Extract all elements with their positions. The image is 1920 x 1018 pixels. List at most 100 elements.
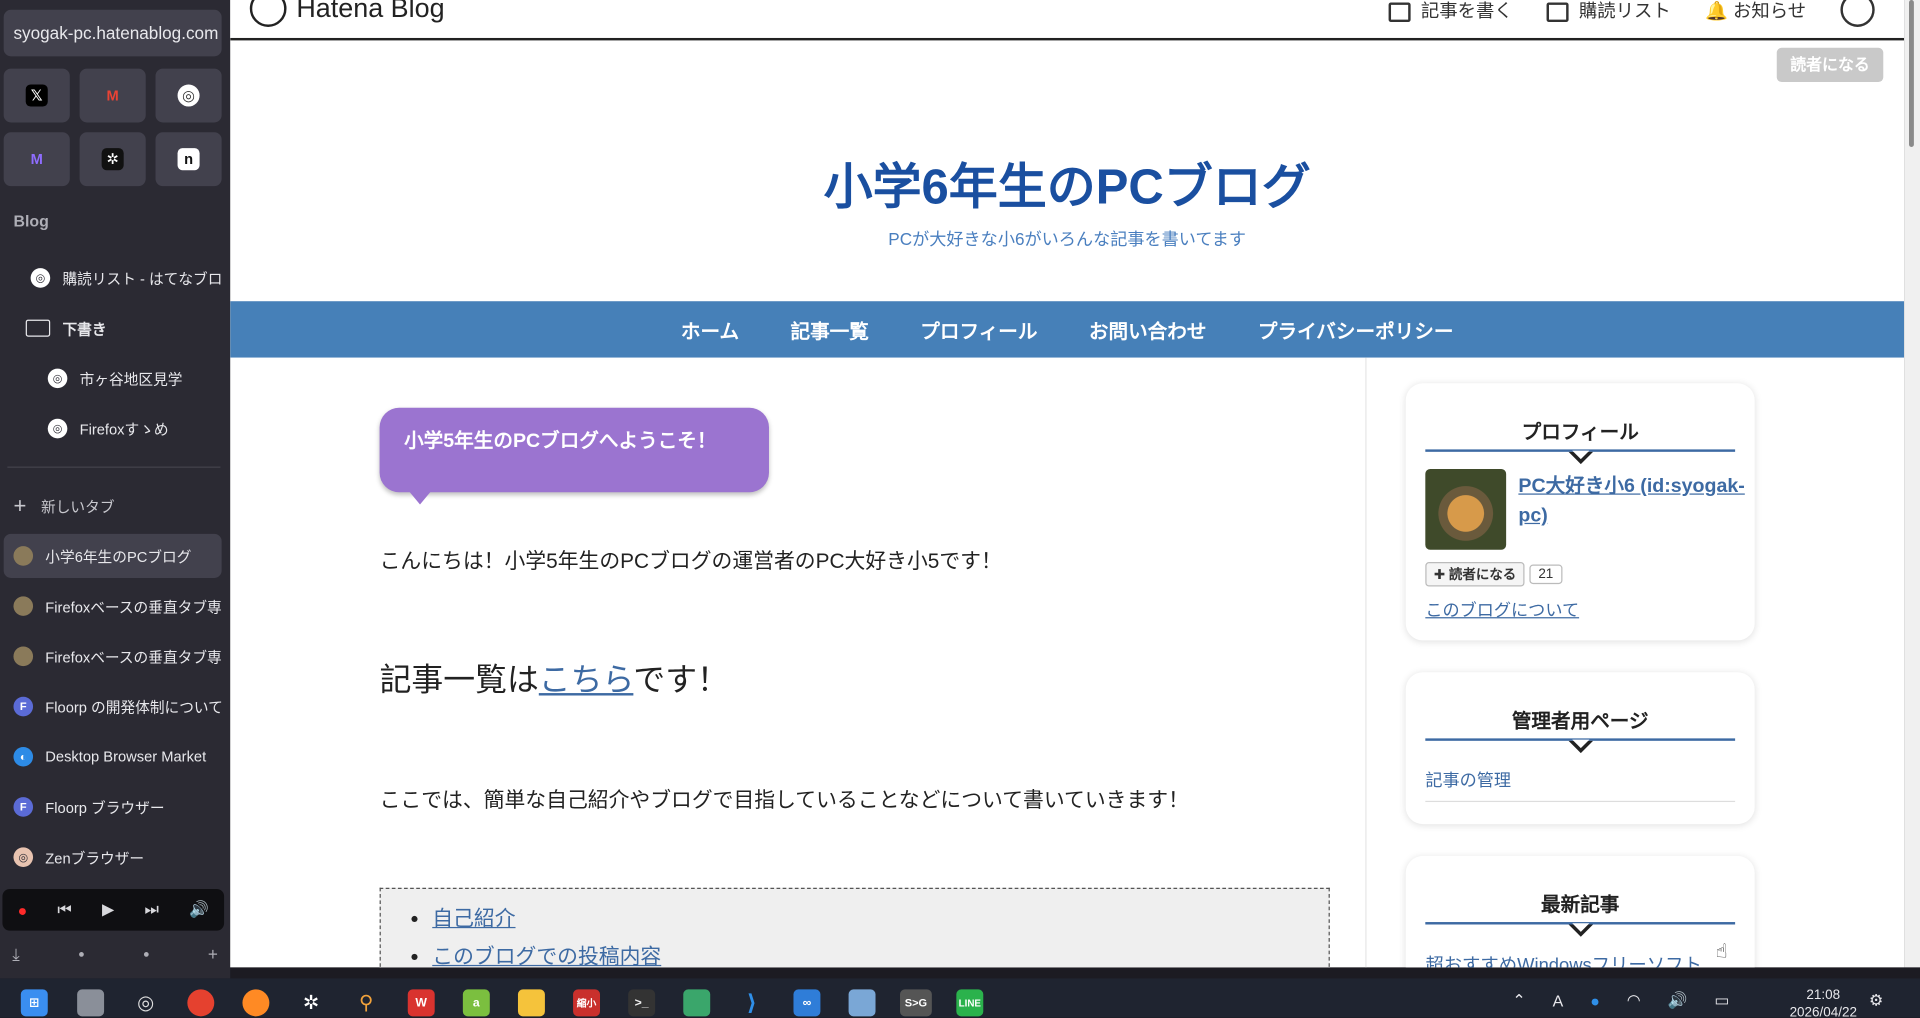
wps-icon[interactable]: W xyxy=(407,989,435,1017)
windows-taskbar: ⊞ ◎ ✲ ⚲ W a 縮小 >_ ⟩ ∞ S>G LINE ⌃ A ● ◠ 🔊… xyxy=(0,978,1920,1018)
tab-active-blog[interactable]: 小学6年生のPCブログ xyxy=(3,533,222,578)
volume-icon[interactable]: 🔊 xyxy=(189,900,209,920)
write-article-link[interactable]: 記事を書く xyxy=(1389,0,1513,23)
pinned-notion[interactable]: n xyxy=(155,132,222,187)
hatena-logo[interactable]: Hatena Blog xyxy=(249,0,445,27)
workspace-label: Blog xyxy=(13,211,49,231)
subscriptions-label: 購読リスト xyxy=(1578,0,1671,22)
clock[interactable]: 21:08 2026/04/22 xyxy=(1780,987,1866,1017)
folder-drafts[interactable]: 下書き xyxy=(4,306,222,350)
pinned-proton-mail[interactable]: M xyxy=(3,132,70,187)
app-icon[interactable]: ∞ xyxy=(793,989,821,1017)
main-column: 小学5年生のPCブログへようこそ！ こんにちは！小学5年生のPCブログの運営者の… xyxy=(230,357,1367,968)
manage-articles-link[interactable]: 記事の管理 xyxy=(1425,768,1511,792)
wifi-icon[interactable]: ◠ xyxy=(1627,991,1641,1011)
app-icon[interactable] xyxy=(683,989,711,1017)
previous-track-icon[interactable]: ⏮ xyxy=(57,900,71,920)
admin-title: 管理者用ページ xyxy=(1511,711,1649,733)
next-track-icon[interactable]: ⏭ xyxy=(145,900,159,920)
firefox-icon[interactable] xyxy=(242,989,270,1017)
tab-item[interactable]: ◐ Desktop Browser Market xyxy=(4,735,222,779)
subscribe-button[interactable]: 読者になる xyxy=(1776,47,1884,83)
mail-icon xyxy=(1547,1,1570,22)
folder-icon[interactable] xyxy=(517,989,545,1017)
vscode-icon[interactable]: ⟩ xyxy=(738,989,765,1016)
blog-title[interactable]: 小学6年生のPCブログ xyxy=(230,147,1904,218)
edge-icon[interactable]: ● xyxy=(1590,991,1600,1009)
tab-label: Firefoxベースの垂直タブ専用 xyxy=(45,598,222,616)
line-icon[interactable]: LINE xyxy=(956,989,984,1017)
profile-name-link[interactable]: PC大好き小6 (id:syogak-pc) xyxy=(1518,473,1745,532)
article-list-heading: 記事一覧はこちらです！ xyxy=(380,655,729,700)
tab-label: Floorp ブラウザー xyxy=(45,798,165,817)
pinned-hatena[interactable]: ◎ xyxy=(155,68,222,123)
blog-description: PCが大好きな小6がいろんな記事を書いてます xyxy=(888,228,1247,249)
about-blog-link[interactable]: このブログについて xyxy=(1425,598,1579,622)
chatgpt-icon[interactable]: ✲ xyxy=(298,989,325,1016)
new-tab-button[interactable]: + 新しいタブ xyxy=(4,484,222,528)
notifications-link[interactable]: 🔔 お知らせ xyxy=(1705,0,1806,23)
tab-item[interactable]: Firefoxベースの垂直タブ専用 xyxy=(4,584,222,628)
profile-avatar[interactable] xyxy=(1425,468,1507,550)
pinned-x[interactable]: 𝕏 xyxy=(3,68,70,123)
start-icon[interactable]: ⊞ xyxy=(20,989,48,1017)
tab-label: Desktop Browser Market xyxy=(45,748,207,766)
user-avatar-icon[interactable] xyxy=(1840,0,1875,27)
caret-inner xyxy=(1572,923,1590,932)
tab-ichigaya[interactable]: ◎ 市ヶ谷地区見学 xyxy=(4,356,222,400)
nav-privacy-policy[interactable]: プライバシーポリシー xyxy=(1258,315,1454,344)
add-workspace-icon[interactable]: + xyxy=(208,944,218,964)
search-icon[interactable]: ⚲ xyxy=(353,989,380,1016)
page-scrollbar[interactable] xyxy=(1904,0,1920,968)
divider xyxy=(1425,800,1736,803)
task-view-icon[interactable] xyxy=(77,989,105,1017)
nav-contact[interactable]: お問い合わせ xyxy=(1089,315,1207,344)
tab-firefox-susume[interactable]: ◎ Firefoxすゝめ xyxy=(4,407,222,451)
copilot-icon[interactable]: ◎ xyxy=(132,989,159,1016)
nav-home[interactable]: ホーム xyxy=(681,315,739,344)
latest-articles-module: 最新記事 超おすすめWindowsフリーソフト xyxy=(1405,855,1755,968)
hatena-actions: 記事を書く 購読リスト 🔔 お知らせ xyxy=(1389,0,1875,27)
nav-profile[interactable]: プロフィール xyxy=(920,315,1037,344)
folder-icon xyxy=(25,319,51,337)
volume-icon[interactable]: 🔊 xyxy=(1668,991,1688,1011)
workspace-dot-icon[interactable]: ● xyxy=(143,948,150,960)
latest-title: 最新記事 xyxy=(1541,895,1620,916)
blog-navigation: ホーム 記事一覧 プロフィール お問い合わせ プライバシーポリシー xyxy=(230,301,1905,358)
app-icon[interactable] xyxy=(848,989,876,1017)
editor-icon[interactable]: a xyxy=(462,989,490,1017)
article-list-link[interactable]: こちら xyxy=(539,661,634,698)
tab-item[interactable]: Firefoxベースの垂直タブ専用 xyxy=(4,634,222,678)
floorp-icon: F xyxy=(13,797,34,817)
battery-icon[interactable]: ▭ xyxy=(1714,991,1729,1011)
chevron-up-icon[interactable]: ⌃ xyxy=(1512,991,1525,1011)
url-bar[interactable]: syogak-pc.hatenablog.com xyxy=(3,9,222,57)
tab-label: 小学6年生のPCブログ xyxy=(45,547,192,566)
terminal-icon[interactable]: >_ xyxy=(628,989,656,1017)
ime-indicator[interactable]: A xyxy=(1553,991,1564,1009)
subscription-list-link[interactable]: 購読リスト xyxy=(1547,0,1671,23)
chatgpt-icon: ✲ xyxy=(101,148,124,171)
scrollbar-thumb[interactable] xyxy=(1908,0,1914,147)
app-icon[interactable]: 縮小 xyxy=(573,989,601,1017)
hatena-icon: ◎ xyxy=(177,84,200,107)
tab-item[interactable]: F Floorp ブラウザー xyxy=(4,785,222,829)
intro-text: ここでは、簡単な自己紹介やブログで目指していることなどについて書いていきます！ xyxy=(379,788,1189,812)
pinned-gmail[interactable]: M xyxy=(79,68,146,123)
toc-link-post-content[interactable]: このブログでの投稿内容 xyxy=(432,945,661,967)
latest-article-link[interactable]: 超おすすめWindowsフリーソフト xyxy=(1425,951,1702,967)
notification-icon[interactable]: ⚙ xyxy=(1869,991,1883,1011)
download-icon[interactable]: ⤓ xyxy=(12,943,20,964)
tab-item[interactable]: ◎ Zenブラウザー xyxy=(4,835,222,879)
tab-subscription-list[interactable]: ◎ 購読リスト - はてなブログ xyxy=(4,256,222,300)
tab-item[interactable]: F Floorp の開発体制について xyxy=(4,684,222,728)
chrome-icon[interactable] xyxy=(187,989,215,1017)
play-icon[interactable]: ▶ xyxy=(102,900,114,920)
follow-button[interactable]: ✚ 読者になる xyxy=(1425,562,1525,587)
workspace-dot-icon[interactable]: ● xyxy=(78,948,85,960)
app-icon[interactable]: S>G xyxy=(900,989,932,1017)
youtube-music-icon[interactable]: ● xyxy=(18,901,28,919)
pinned-chatgpt[interactable]: ✲ xyxy=(79,132,146,187)
toc-link-self-intro[interactable]: 自己紹介 xyxy=(432,907,515,930)
nav-article-list[interactable]: 記事一覧 xyxy=(790,315,868,344)
